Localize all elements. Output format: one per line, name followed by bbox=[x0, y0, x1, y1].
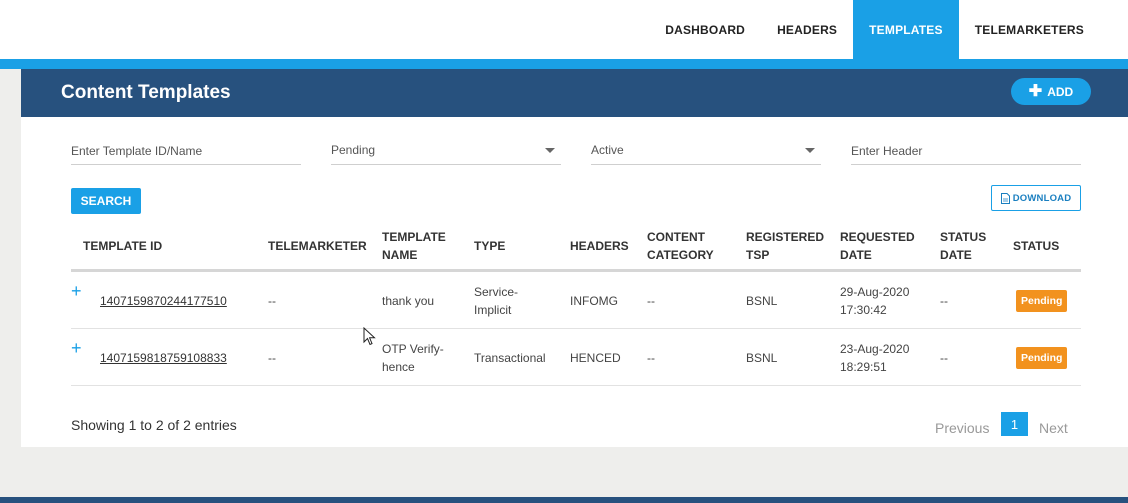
col-template-name[interactable]: TEMPLATE NAME bbox=[382, 219, 457, 272]
plus-icon: ✚ bbox=[1028, 82, 1043, 100]
status-cell: Pending bbox=[1016, 272, 1068, 329]
expand-row-icon[interactable]: + bbox=[71, 262, 82, 319]
template-search-field[interactable] bbox=[71, 139, 301, 165]
status-badge: Pending bbox=[1016, 289, 1068, 312]
status-select-value: Pending bbox=[331, 143, 376, 157]
col-template-id[interactable]: TEMPLATE ID bbox=[83, 219, 233, 272]
expand-row-icon[interactable]: + bbox=[71, 319, 82, 376]
template-name-cell: OTP Verify-hence bbox=[382, 341, 444, 374]
col-headers[interactable]: HEADERS bbox=[570, 219, 640, 272]
file-icon bbox=[1000, 192, 1010, 204]
previous-page-button[interactable]: Previous bbox=[935, 420, 989, 436]
content-templates-card: Content Templates ✚ ADD Pending Active S… bbox=[21, 69, 1128, 447]
main-nav: DASHBOARD HEADERS TEMPLATES TELEMARKETER… bbox=[649, 0, 1100, 59]
search-button[interactable]: SEARCH bbox=[71, 188, 141, 214]
template-search-input[interactable] bbox=[71, 139, 301, 163]
nav-headers[interactable]: HEADERS bbox=[761, 0, 853, 59]
top-navbar: DASHBOARD HEADERS TEMPLATES TELEMARKETER… bbox=[0, 0, 1128, 59]
template-name-cell: thank you bbox=[382, 293, 435, 308]
plus-icon[interactable]: + bbox=[71, 339, 82, 357]
table-header: TEMPLATE ID TELEMARKETER TEMPLATE NAME T… bbox=[71, 219, 1081, 272]
template-id-link[interactable]: 1407159870244177510 bbox=[100, 292, 227, 310]
type-cell: Service-Implicit bbox=[474, 284, 519, 317]
headers-cell: INFOMG bbox=[570, 293, 618, 308]
active-select[interactable]: Active bbox=[591, 139, 821, 165]
status-date-cell: -- bbox=[940, 293, 948, 308]
next-page-button[interactable]: Next bbox=[1039, 420, 1068, 436]
footer-strip bbox=[0, 497, 1128, 503]
telemarketer-cell: -- bbox=[268, 350, 276, 365]
status-date-cell: -- bbox=[940, 350, 948, 365]
add-button-label: ADD bbox=[1047, 84, 1074, 99]
telemarketer-cell: -- bbox=[268, 293, 276, 308]
status-cell: Pending bbox=[1016, 329, 1068, 386]
active-select-value: Active bbox=[591, 143, 624, 157]
registered-tsp-cell: BSNL bbox=[746, 293, 778, 308]
nav-telemarketers[interactable]: TELEMARKETERS bbox=[959, 0, 1100, 59]
template-id-link[interactable]: 1407159818759108833 bbox=[100, 349, 227, 367]
templates-table: TEMPLATE ID TELEMARKETER TEMPLATE NAME T… bbox=[71, 219, 1081, 386]
content-category-cell: -- bbox=[647, 293, 655, 308]
plus-icon[interactable]: + bbox=[71, 282, 82, 300]
nav-dashboard[interactable]: DASHBOARD bbox=[649, 0, 761, 59]
add-button[interactable]: ✚ ADD bbox=[1011, 78, 1091, 105]
table-row: + 1407159870244177510 -- thank you Servi… bbox=[71, 272, 1081, 329]
col-status[interactable]: STATUS bbox=[1013, 219, 1073, 272]
col-telemarketer[interactable]: TELEMARKETER bbox=[268, 219, 378, 272]
col-content-category[interactable]: CONTENT CATEGORY bbox=[647, 219, 737, 272]
accent-strip bbox=[0, 59, 1128, 69]
headers-cell: HENCED bbox=[570, 350, 621, 365]
chevron-down-icon bbox=[805, 148, 815, 153]
template-id-cell[interactable]: 1407159870244177510 bbox=[100, 272, 227, 329]
header-search-field[interactable] bbox=[851, 139, 1081, 165]
requested-date-cell: 29-Aug-2020 17:30:42 bbox=[840, 284, 910, 317]
mouse-cursor-icon bbox=[363, 327, 376, 346]
col-requested-date[interactable]: REQUESTED DATE bbox=[840, 219, 925, 272]
col-status-date[interactable]: STATUS DATE bbox=[940, 219, 1000, 272]
entries-summary: Showing 1 to 2 of 2 entries bbox=[71, 417, 237, 433]
requested-date-cell: 23-Aug-2020 18:29:51 bbox=[840, 341, 910, 374]
type-cell: Transactional bbox=[474, 350, 546, 365]
download-button-label: DOWNLOAD bbox=[1012, 192, 1072, 204]
status-select[interactable]: Pending bbox=[331, 139, 561, 165]
content-category-cell: -- bbox=[647, 350, 655, 365]
nav-templates[interactable]: TEMPLATES bbox=[853, 0, 959, 59]
chevron-down-icon bbox=[545, 148, 555, 153]
page-1-button[interactable]: 1 bbox=[1001, 412, 1028, 436]
header-search-input[interactable] bbox=[851, 139, 1081, 163]
template-id-cell[interactable]: 1407159818759108833 bbox=[100, 329, 227, 386]
page-title: Content Templates bbox=[61, 82, 231, 103]
card-header: Content Templates ✚ ADD bbox=[21, 69, 1128, 117]
status-badge: Pending bbox=[1016, 346, 1068, 369]
col-registered-tsp[interactable]: REGISTERED TSP bbox=[746, 219, 831, 272]
col-type[interactable]: TYPE bbox=[474, 219, 554, 272]
table-row: + 1407159818759108833 -- OTP Verify-henc… bbox=[71, 329, 1081, 386]
download-button[interactable]: DOWNLOAD bbox=[991, 185, 1081, 211]
registered-tsp-cell: BSNL bbox=[746, 350, 778, 365]
